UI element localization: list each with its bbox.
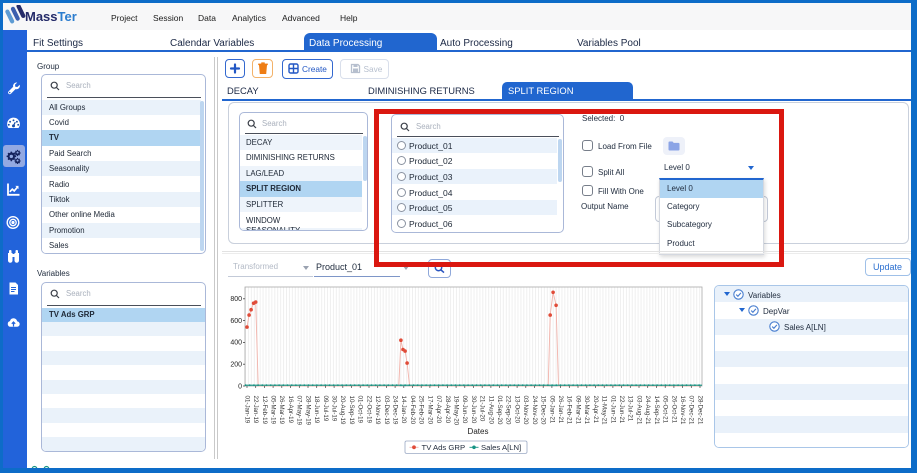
svg-text:800: 800 bbox=[230, 296, 242, 303]
svg-text:Dates: Dates bbox=[468, 427, 489, 436]
svg-text:09-Jul-19: 09-Jul-19 bbox=[322, 396, 329, 422]
svg-text:01-Oct-19: 01-Oct-19 bbox=[357, 396, 364, 424]
svg-text:22-Jan-19: 22-Jan-19 bbox=[252, 396, 259, 424]
svg-text:10-Sep-19: 10-Sep-19 bbox=[348, 396, 355, 425]
svg-text:20-Apr-21: 20-Apr-21 bbox=[592, 396, 599, 424]
svg-text:01-Sep-20: 01-Sep-20 bbox=[496, 396, 503, 425]
svg-text:26-Oct-21: 26-Oct-21 bbox=[670, 396, 677, 424]
svg-text:03-Dec-19: 03-Dec-19 bbox=[383, 396, 390, 425]
svg-text:28-Dec-21: 28-Dec-21 bbox=[696, 396, 703, 425]
svg-text:12-Nov-19: 12-Nov-19 bbox=[374, 396, 381, 425]
svg-text:30-Jul-19: 30-Jul-19 bbox=[331, 396, 338, 422]
svg-text:09-Mar-21: 09-Mar-21 bbox=[574, 396, 581, 425]
svg-text:01-Jun-21: 01-Jun-21 bbox=[609, 396, 616, 424]
svg-text:13-Oct-20: 13-Oct-20 bbox=[514, 396, 521, 424]
svg-text:30-Jun-20: 30-Jun-20 bbox=[470, 396, 477, 424]
svg-text:03-Aug-21: 03-Aug-21 bbox=[635, 396, 642, 425]
svg-text:24-Nov-20: 24-Nov-20 bbox=[531, 396, 538, 425]
svg-text:16-Feb-21: 16-Feb-21 bbox=[566, 396, 573, 425]
svg-text:400: 400 bbox=[230, 340, 242, 347]
svg-text:Sales A[LN]: Sales A[LN] bbox=[481, 443, 521, 452]
svg-text:0: 0 bbox=[238, 383, 242, 390]
svg-text:13-Jul-21: 13-Jul-21 bbox=[627, 396, 634, 422]
svg-text:04-Feb-20: 04-Feb-20 bbox=[409, 396, 416, 425]
svg-text:28-May-19: 28-May-19 bbox=[304, 396, 311, 426]
svg-text:30-Mar-21: 30-Mar-21 bbox=[583, 396, 590, 425]
svg-text:600: 600 bbox=[230, 318, 242, 325]
svg-text:05-Jan-21: 05-Jan-21 bbox=[548, 396, 555, 424]
svg-text:TV Ads GRP: TV Ads GRP bbox=[422, 443, 466, 452]
svg-text:24-Aug-21: 24-Aug-21 bbox=[644, 396, 651, 425]
svg-text:22-Oct-19: 22-Oct-19 bbox=[365, 396, 372, 424]
svg-text:19-May-20: 19-May-20 bbox=[453, 396, 460, 426]
svg-text:09-Jun-20: 09-Jun-20 bbox=[461, 396, 468, 424]
svg-text:05-Mar-19: 05-Mar-19 bbox=[270, 396, 277, 425]
svg-text:01-Jan-19: 01-Jan-19 bbox=[243, 396, 250, 424]
svg-text:21-Jul-20: 21-Jul-20 bbox=[479, 396, 486, 422]
svg-text:17-Mar-20: 17-Mar-20 bbox=[426, 396, 433, 425]
svg-text:28-Apr-20: 28-Apr-20 bbox=[444, 396, 451, 424]
svg-text:03-Nov-20: 03-Nov-20 bbox=[522, 396, 529, 425]
svg-text:14-Sep-21: 14-Sep-21 bbox=[653, 396, 660, 425]
svg-text:22-Sep-20: 22-Sep-20 bbox=[505, 396, 512, 425]
svg-text:24-Dec-19: 24-Dec-19 bbox=[392, 396, 399, 425]
svg-text:20-Aug-19: 20-Aug-19 bbox=[339, 396, 346, 425]
svg-text:16-Apr-19: 16-Apr-19 bbox=[287, 396, 294, 424]
svg-text:200: 200 bbox=[230, 362, 242, 369]
svg-text:07-Apr-20: 07-Apr-20 bbox=[435, 396, 442, 424]
svg-text:11-May-21: 11-May-21 bbox=[601, 396, 608, 426]
svg-text:26-Jan-21: 26-Jan-21 bbox=[557, 396, 564, 424]
svg-text:26-Mar-19: 26-Mar-19 bbox=[278, 396, 285, 425]
svg-text:07-May-19: 07-May-19 bbox=[296, 396, 303, 426]
svg-text:15-Dec-20: 15-Dec-20 bbox=[540, 396, 547, 425]
svg-text:18-Jun-19: 18-Jun-19 bbox=[313, 396, 320, 424]
svg-text:07-Dec-21: 07-Dec-21 bbox=[688, 396, 695, 425]
svg-text:22-Jun-21: 22-Jun-21 bbox=[618, 396, 625, 424]
svg-text:11-Aug-20: 11-Aug-20 bbox=[487, 396, 494, 425]
svg-text:05-Oct-21: 05-Oct-21 bbox=[662, 396, 669, 424]
svg-text:12-Feb-19: 12-Feb-19 bbox=[261, 396, 268, 425]
svg-text:16-Nov-21: 16-Nov-21 bbox=[679, 396, 686, 425]
svg-text:25-Feb-20: 25-Feb-20 bbox=[418, 396, 425, 425]
svg-text:14-Jan-20: 14-Jan-20 bbox=[400, 396, 407, 424]
